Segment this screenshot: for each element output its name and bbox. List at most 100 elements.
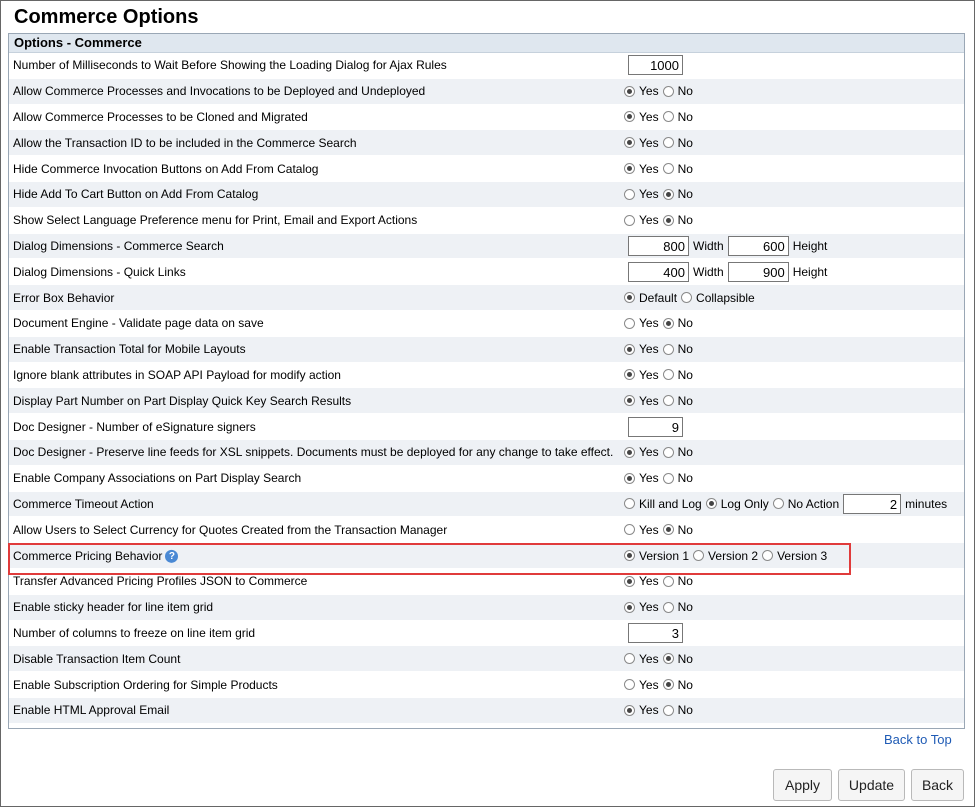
yes-option[interactable]: Yes (620, 574, 659, 588)
no-radio[interactable] (662, 85, 674, 97)
number-input[interactable]: 3 (628, 622, 683, 643)
yes-option[interactable]: Yes (620, 703, 659, 717)
yes-option[interactable]: Yes (620, 600, 659, 614)
back-button[interactable]: Back (911, 769, 964, 801)
no-radio[interactable] (662, 395, 674, 407)
yes-option[interactable]: Yes (620, 678, 659, 692)
default-radio[interactable] (624, 292, 635, 304)
no-option[interactable]: No (659, 187, 693, 201)
no-radio[interactable] (662, 317, 674, 329)
height-input[interactable]: 900 (727, 261, 789, 282)
no-radio[interactable] (662, 524, 674, 536)
no-option[interactable]: No (659, 574, 693, 588)
number-input[interactable]: 9 (628, 416, 683, 437)
no-option[interactable]: No (659, 678, 693, 692)
collapsible-radio[interactable] (681, 292, 693, 304)
no-radio[interactable] (662, 653, 674, 665)
yes-option[interactable]: Yes (620, 84, 659, 98)
yes-radio[interactable] (624, 369, 635, 381)
no-action-option[interactable]: No Action (769, 497, 839, 511)
no-label: No (677, 367, 693, 382)
no-radio[interactable] (662, 601, 674, 613)
no-radio[interactable] (662, 214, 674, 226)
width-input[interactable]: 400 (628, 261, 689, 282)
no-option[interactable]: No (659, 652, 693, 666)
yes-option[interactable]: Yes (620, 368, 659, 382)
yes-option[interactable]: Yes (620, 394, 659, 408)
minutes-input[interactable]: 2 (843, 493, 902, 514)
yes-option[interactable]: Yes (620, 316, 659, 330)
no-option[interactable]: No (659, 136, 693, 150)
yes-option[interactable]: Yes (620, 187, 659, 201)
no-option[interactable]: No (659, 316, 693, 330)
yes-radio[interactable] (624, 163, 635, 175)
yes-radio[interactable] (624, 653, 635, 665)
yes-radio[interactable] (624, 111, 635, 123)
yes-option[interactable]: Yes (620, 136, 659, 150)
width-input[interactable]: 800 (628, 235, 689, 256)
yes-option[interactable]: Yes (620, 213, 659, 227)
log-only-radio[interactable] (705, 498, 717, 510)
no-option[interactable]: No (659, 703, 693, 717)
no-radio[interactable] (662, 575, 674, 587)
no-option[interactable]: No (659, 213, 693, 227)
apply-button[interactable]: Apply (773, 769, 832, 801)
height-input[interactable]: 600 (727, 235, 789, 256)
yes-option[interactable]: Yes (620, 342, 659, 356)
yes-radio[interactable] (624, 575, 635, 587)
yes-option[interactable]: Yes (620, 523, 659, 537)
no-option[interactable]: No (659, 368, 693, 382)
no-radio[interactable] (662, 163, 674, 175)
update-button[interactable]: Update (838, 769, 905, 801)
kill-and-log-radio[interactable] (624, 498, 635, 510)
no-option[interactable]: No (659, 471, 693, 485)
no-option[interactable]: No (659, 342, 693, 356)
yes-radio[interactable] (624, 395, 635, 407)
yes-radio[interactable] (624, 137, 635, 149)
yes-option[interactable]: Yes (620, 445, 659, 459)
yes-radio[interactable] (624, 601, 635, 613)
yes-option[interactable]: Yes (620, 110, 659, 124)
yes-radio[interactable] (624, 85, 635, 97)
height-label: Height (792, 238, 828, 253)
no-radio[interactable] (662, 188, 674, 200)
no-radio[interactable] (662, 369, 674, 381)
yes-radio[interactable] (624, 188, 635, 200)
no-radio[interactable] (662, 704, 674, 716)
no-option[interactable]: No (659, 110, 693, 124)
no-action-radio[interactable] (772, 498, 784, 510)
yes-radio[interactable] (624, 524, 635, 536)
option-control: Default Collapsible (620, 291, 755, 305)
no-option[interactable]: No (659, 445, 693, 459)
minutes-label: minutes (905, 496, 948, 511)
no-radio[interactable] (662, 137, 674, 149)
yes-option[interactable]: Yes (620, 652, 659, 666)
no-radio[interactable] (662, 343, 674, 355)
no-radio[interactable] (662, 679, 674, 691)
no-option[interactable]: No (659, 162, 693, 176)
yes-radio[interactable] (624, 317, 635, 329)
no-radio[interactable] (662, 446, 674, 458)
number-input[interactable]: 1000 (628, 55, 683, 76)
yes-radio[interactable] (624, 343, 635, 355)
yes-option[interactable]: Yes (620, 162, 659, 176)
yes-radio[interactable] (624, 704, 635, 716)
yes-radio[interactable] (624, 446, 635, 458)
yes-radio[interactable] (624, 472, 635, 484)
collapsible-option[interactable]: Collapsible (677, 291, 755, 305)
kill-and-log-option[interactable]: Kill and Log (620, 497, 702, 511)
no-option[interactable]: No (659, 84, 693, 98)
option-label: Enable Transaction Total for Mobile Layo… (13, 342, 246, 357)
no-radio[interactable] (662, 472, 674, 484)
default-option[interactable]: Default (620, 291, 677, 305)
no-option[interactable]: No (659, 600, 693, 614)
no-option[interactable]: No (659, 523, 693, 537)
log-only-option[interactable]: Log Only (702, 497, 769, 511)
yes-radio[interactable] (624, 214, 635, 226)
yes-radio[interactable] (624, 679, 635, 691)
no-radio[interactable] (662, 111, 674, 123)
yes-label: Yes (639, 316, 659, 331)
back-to-top-link[interactable]: Back to Top (884, 732, 952, 747)
yes-option[interactable]: Yes (620, 471, 659, 485)
no-option[interactable]: No (659, 394, 693, 408)
